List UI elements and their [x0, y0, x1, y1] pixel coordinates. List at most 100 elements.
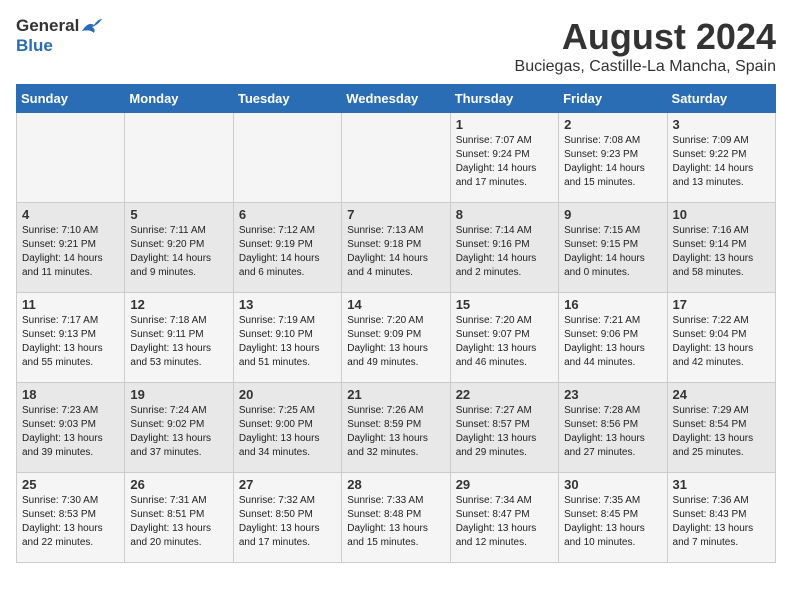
- calendar-cell: 7 Sunrise: 7:13 AM Sunset: 9:18 PM Daylig…: [342, 203, 450, 293]
- day-info: Sunrise: 7:20 AM Sunset: 9:09 PM Dayligh…: [347, 314, 444, 370]
- calendar-cell: 23 Sunrise: 7:28 AM Sunset: 8:56 PM Dayli…: [559, 383, 667, 473]
- day-number: 1: [456, 117, 553, 132]
- calendar-cell: 17 Sunrise: 7:22 AM Sunset: 9:04 PM Dayli…: [667, 293, 775, 383]
- calendar-cell: 11Sunrise: 7:17 AM Sunset: 9:13 PM Dayli…: [17, 293, 125, 383]
- calendar-cell: 26 Sunrise: 7:31 AM Sunset: 8:51 PM Dayli…: [125, 473, 233, 563]
- day-info: Sunrise: 7:27 AM Sunset: 8:57 PM Dayligh…: [456, 404, 553, 460]
- logo-icon: [80, 17, 102, 35]
- day-number: 21: [347, 387, 444, 402]
- calendar-body: 1 Sunrise: 7:07 AM Sunset: 9:24 PM Daylig…: [17, 113, 776, 563]
- calendar-cell: 4 Sunrise: 7:10 AM Sunset: 9:21 PM Daylig…: [17, 203, 125, 293]
- day-number: 18: [22, 387, 119, 402]
- day-number: 20: [239, 387, 336, 402]
- weekday-header-wednesday: Wednesday: [342, 85, 450, 113]
- day-info: Sunrise: 7:36 AM Sunset: 8:43 PM Dayligh…: [673, 494, 770, 550]
- day-number: 30: [564, 477, 661, 492]
- calendar-cell: 22 Sunrise: 7:27 AM Sunset: 8:57 PM Dayli…: [450, 383, 558, 473]
- day-number: 28: [347, 477, 444, 492]
- calendar-cell: 2Sunrise: 7:08 AM Sunset: 9:23 PM Daylig…: [559, 113, 667, 203]
- day-info: Sunrise: 7:14 AM Sunset: 9:16 PM Dayligh…: [456, 224, 553, 280]
- day-info: Sunrise: 7:29 AM Sunset: 8:54 PM Dayligh…: [673, 404, 770, 460]
- calendar-cell: 30 Sunrise: 7:35 AM Sunset: 8:45 PM Dayli…: [559, 473, 667, 563]
- calendar-cell: 1 Sunrise: 7:07 AM Sunset: 9:24 PM Daylig…: [450, 113, 558, 203]
- day-number: 26: [130, 477, 227, 492]
- calendar-cell: 16 Sunrise: 7:21 AM Sunset: 9:06 PM Dayli…: [559, 293, 667, 383]
- calendar-cell: [342, 113, 450, 203]
- day-number: 9: [564, 207, 661, 222]
- calendar-title: August 2024: [515, 16, 776, 58]
- week-row-3: 11Sunrise: 7:17 AM Sunset: 9:13 PM Dayli…: [17, 293, 776, 383]
- calendar-cell: [233, 113, 341, 203]
- weekday-header-tuesday: Tuesday: [233, 85, 341, 113]
- title-area: August 2024 Buciegas, Castille-La Mancha…: [515, 16, 776, 76]
- calendar-cell: 14Sunrise: 7:20 AM Sunset: 9:09 PM Dayli…: [342, 293, 450, 383]
- day-info: Sunrise: 7:28 AM Sunset: 8:56 PM Dayligh…: [564, 404, 661, 460]
- day-number: 17: [673, 297, 770, 312]
- calendar-cell: 5Sunrise: 7:11 AM Sunset: 9:20 PM Daylig…: [125, 203, 233, 293]
- calendar-cell: 29Sunrise: 7:34 AM Sunset: 8:47 PM Dayli…: [450, 473, 558, 563]
- logo-general: General: [16, 16, 79, 36]
- calendar-cell: 3 Sunrise: 7:09 AM Sunset: 9:22 PM Daylig…: [667, 113, 775, 203]
- day-number: 27: [239, 477, 336, 492]
- day-number: 4: [22, 207, 119, 222]
- day-info: Sunrise: 7:13 AM Sunset: 9:18 PM Dayligh…: [347, 224, 444, 280]
- day-info: Sunrise: 7:21 AM Sunset: 9:06 PM Dayligh…: [564, 314, 661, 370]
- calendar-cell: 10 Sunrise: 7:16 AM Sunset: 9:14 PM Dayli…: [667, 203, 775, 293]
- day-info: Sunrise: 7:09 AM Sunset: 9:22 PM Dayligh…: [673, 134, 770, 190]
- calendar-cell: 31 Sunrise: 7:36 AM Sunset: 8:43 PM Dayli…: [667, 473, 775, 563]
- day-number: 23: [564, 387, 661, 402]
- week-row-4: 18 Sunrise: 7:23 AM Sunset: 9:03 PM Dayli…: [17, 383, 776, 473]
- day-number: 15: [456, 297, 553, 312]
- day-info: Sunrise: 7:26 AM Sunset: 8:59 PM Dayligh…: [347, 404, 444, 460]
- day-info: Sunrise: 7:31 AM Sunset: 8:51 PM Dayligh…: [130, 494, 227, 550]
- day-number: 3: [673, 117, 770, 132]
- day-number: 16: [564, 297, 661, 312]
- day-info: Sunrise: 7:08 AM Sunset: 9:23 PM Dayligh…: [564, 134, 661, 190]
- calendar-cell: 27Sunrise: 7:32 AM Sunset: 8:50 PM Dayli…: [233, 473, 341, 563]
- page-header: General Blue August 2024 Buciegas, Casti…: [16, 16, 776, 76]
- day-info: Sunrise: 7:24 AM Sunset: 9:02 PM Dayligh…: [130, 404, 227, 460]
- calendar-cell: 24 Sunrise: 7:29 AM Sunset: 8:54 PM Dayli…: [667, 383, 775, 473]
- day-info: Sunrise: 7:10 AM Sunset: 9:21 PM Dayligh…: [22, 224, 119, 280]
- weekday-header-saturday: Saturday: [667, 85, 775, 113]
- day-number: 13: [239, 297, 336, 312]
- week-row-2: 4 Sunrise: 7:10 AM Sunset: 9:21 PM Daylig…: [17, 203, 776, 293]
- weekday-header-sunday: Sunday: [17, 85, 125, 113]
- day-number: 7: [347, 207, 444, 222]
- day-info: Sunrise: 7:07 AM Sunset: 9:24 PM Dayligh…: [456, 134, 553, 190]
- day-number: 31: [673, 477, 770, 492]
- week-row-5: 25Sunrise: 7:30 AM Sunset: 8:53 PM Dayli…: [17, 473, 776, 563]
- calendar-cell: 21 Sunrise: 7:26 AM Sunset: 8:59 PM Dayli…: [342, 383, 450, 473]
- calendar-cell: [125, 113, 233, 203]
- logo: General Blue: [16, 16, 102, 56]
- calendar-cell: 19 Sunrise: 7:24 AM Sunset: 9:02 PM Dayli…: [125, 383, 233, 473]
- day-number: 24: [673, 387, 770, 402]
- day-info: Sunrise: 7:12 AM Sunset: 9:19 PM Dayligh…: [239, 224, 336, 280]
- day-info: Sunrise: 7:33 AM Sunset: 8:48 PM Dayligh…: [347, 494, 444, 550]
- day-number: 19: [130, 387, 227, 402]
- day-info: Sunrise: 7:22 AM Sunset: 9:04 PM Dayligh…: [673, 314, 770, 370]
- day-number: 5: [130, 207, 227, 222]
- calendar-cell: 8 Sunrise: 7:14 AM Sunset: 9:16 PM Daylig…: [450, 203, 558, 293]
- week-row-1: 1 Sunrise: 7:07 AM Sunset: 9:24 PM Daylig…: [17, 113, 776, 203]
- calendar-cell: 13Sunrise: 7:19 AM Sunset: 9:10 PM Dayli…: [233, 293, 341, 383]
- day-info: Sunrise: 7:16 AM Sunset: 9:14 PM Dayligh…: [673, 224, 770, 280]
- day-info: Sunrise: 7:23 AM Sunset: 9:03 PM Dayligh…: [22, 404, 119, 460]
- day-info: Sunrise: 7:15 AM Sunset: 9:15 PM Dayligh…: [564, 224, 661, 280]
- day-number: 22: [456, 387, 553, 402]
- day-number: 8: [456, 207, 553, 222]
- day-number: 12: [130, 297, 227, 312]
- calendar-cell: [17, 113, 125, 203]
- calendar-subtitle: Buciegas, Castille-La Mancha, Spain: [515, 58, 776, 76]
- calendar-cell: 28 Sunrise: 7:33 AM Sunset: 8:48 PM Dayli…: [342, 473, 450, 563]
- calendar-cell: 18 Sunrise: 7:23 AM Sunset: 9:03 PM Dayli…: [17, 383, 125, 473]
- day-number: 10: [673, 207, 770, 222]
- day-info: Sunrise: 7:35 AM Sunset: 8:45 PM Dayligh…: [564, 494, 661, 550]
- weekday-header-friday: Friday: [559, 85, 667, 113]
- calendar-cell: 9 Sunrise: 7:15 AM Sunset: 9:15 PM Daylig…: [559, 203, 667, 293]
- day-info: Sunrise: 7:34 AM Sunset: 8:47 PM Dayligh…: [456, 494, 553, 550]
- calendar-cell: 15Sunrise: 7:20 AM Sunset: 9:07 PM Dayli…: [450, 293, 558, 383]
- day-number: 25: [22, 477, 119, 492]
- calendar-cell: 25Sunrise: 7:30 AM Sunset: 8:53 PM Dayli…: [17, 473, 125, 563]
- logo-blue: Blue: [16, 36, 53, 56]
